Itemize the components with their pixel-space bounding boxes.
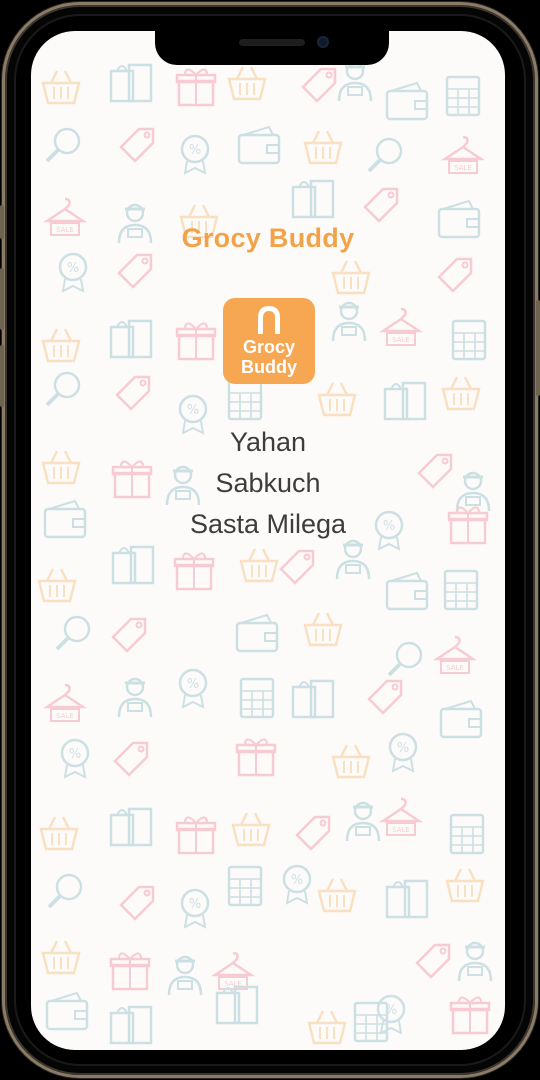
splash-screen: % SALE Grocy Buddy Grocy Buddy Yahan Sab… (31, 31, 505, 1050)
brand-title: Grocy Buddy (181, 223, 355, 253)
tagline-line3: Sasta Milega (189, 509, 347, 539)
tagline-line2: Sabkuch (215, 468, 321, 498)
grocery-pattern-background: % SALE (37, 61, 493, 1045)
mute-switch (0, 205, 4, 239)
logo-text-line2: Buddy (241, 357, 297, 377)
app-logo: Grocy Buddy (223, 298, 315, 384)
logo-text-line1: Grocy (242, 337, 296, 357)
earpiece-speaker (239, 39, 305, 46)
phone-mockup: % SALE Grocy Buddy Grocy Buddy Yahan Sab… (0, 0, 540, 1080)
tagline-line1: Yahan (229, 427, 307, 457)
front-camera (317, 36, 329, 48)
volume-down-button (0, 345, 4, 407)
logo-arch-icon (258, 306, 280, 334)
power-button (536, 300, 540, 396)
volume-up-button (0, 268, 4, 330)
phone-notch (155, 31, 389, 65)
